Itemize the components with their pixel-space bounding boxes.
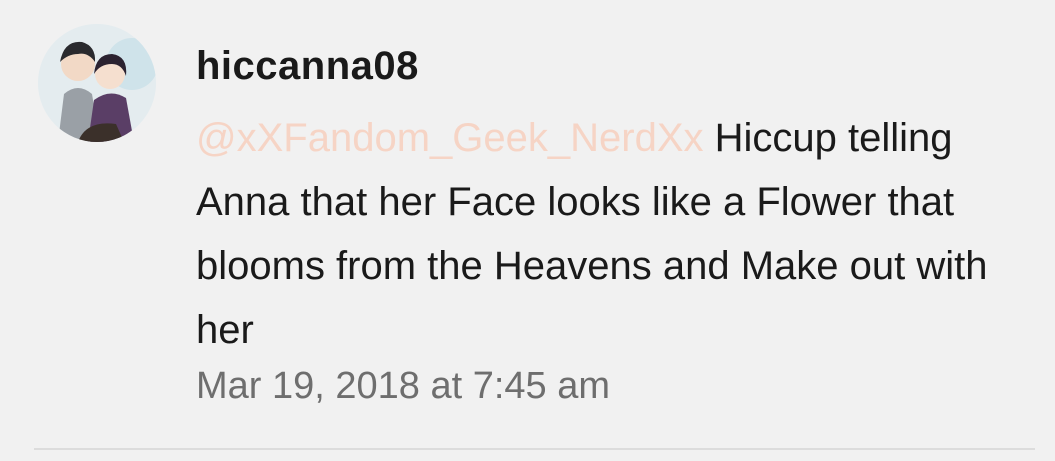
divider	[34, 448, 1035, 450]
comment-timestamp: Mar 19, 2018 at 7:45 am	[196, 365, 611, 407]
comment-item: hiccanna08 @xXFandom_Geek_NerdXx Hiccup …	[0, 0, 1055, 461]
comment-body: @xXFandom_Geek_NerdXx Hiccup telling Ann…	[196, 106, 1036, 362]
user-mention-link[interactable]: @xXFandom_Geek_NerdXx	[196, 116, 704, 160]
avatar-illustration-icon	[38, 24, 156, 142]
user-avatar[interactable]	[38, 24, 156, 142]
comment-username[interactable]: hiccanna08	[196, 38, 419, 94]
